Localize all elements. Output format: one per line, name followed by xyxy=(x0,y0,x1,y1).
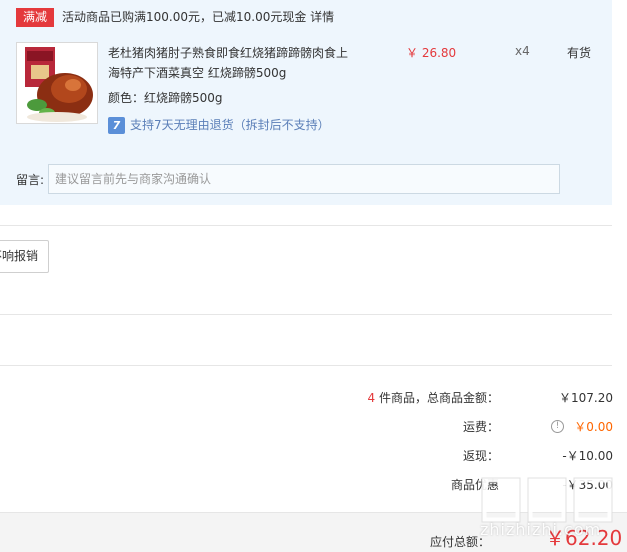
spec-value: 红烧蹄髈500g xyxy=(144,91,223,105)
watermark-logo xyxy=(481,477,613,523)
section-divider xyxy=(0,365,612,366)
remark-label: 留言: xyxy=(16,173,45,187)
promo-description: 活动商品已购满100.00元，已减10.00元现金 xyxy=(62,10,307,24)
product-thumbnail[interactable] xyxy=(16,42,98,124)
return-policy-link[interactable]: 支持7天无理由退货（拆封后不支持） xyxy=(130,117,330,134)
seven-day-return-icon: 7 xyxy=(108,117,125,134)
product-image xyxy=(17,43,97,123)
promo-tag: 满减 xyxy=(16,8,54,27)
goods-count-label: 4 件商品，总商品金额： xyxy=(368,388,499,408)
goods-total: ￥107.20 xyxy=(559,391,613,405)
spec-label: 颜色： xyxy=(108,91,145,105)
rebate-label: 返现： xyxy=(462,449,499,463)
invoice-button[interactable]: 不响报销 xyxy=(0,240,49,273)
product-spec: 颜色：红烧蹄髈500g xyxy=(108,89,223,106)
promo-text: 活动商品已购满100.00元，已减10.00元现金 详情 xyxy=(62,8,334,26)
section-divider xyxy=(0,314,612,315)
stock-status: 有货 xyxy=(567,46,592,60)
promo-details-link[interactable]: 详情 xyxy=(310,10,334,24)
watermark-text: zhizhizhi.com xyxy=(480,520,602,539)
info-circle-icon[interactable]: ! xyxy=(551,420,564,433)
remark-input[interactable] xyxy=(48,164,560,194)
product-quantity: x4 xyxy=(515,44,530,58)
product-price: ￥ 26.80 xyxy=(406,46,457,60)
product-name-link[interactable]: 老杜猪肉猪肘子熟食即食红烧猪蹄蹄髈肉食上海特产下酒菜真空 红烧蹄髈500g xyxy=(108,43,358,83)
shipping-value: ￥0.00 xyxy=(574,420,613,434)
shipping-label: 运费： xyxy=(462,420,499,434)
goods-count-suffix: 件商品，总商品金额： xyxy=(375,391,499,405)
section-divider xyxy=(0,225,612,226)
rebate-value: -￥10.00 xyxy=(562,449,613,463)
